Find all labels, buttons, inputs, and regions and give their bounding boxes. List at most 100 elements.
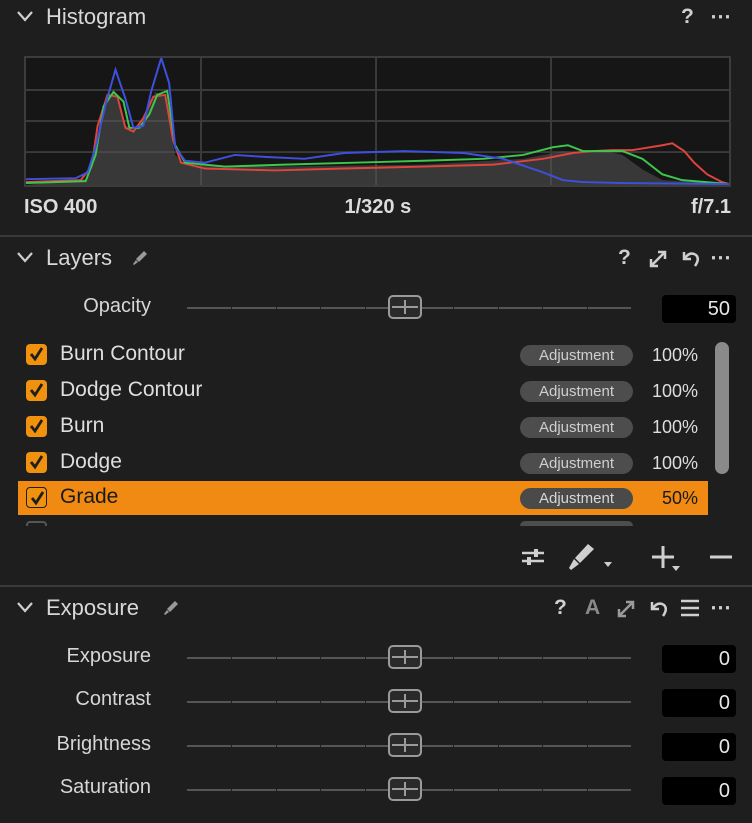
more-icon[interactable]: ⋯ — [710, 597, 731, 619]
layer-row[interactable]: Burn Adjustment 100% — [18, 410, 708, 444]
slider-tick — [364, 786, 366, 794]
slider-tick — [275, 698, 277, 706]
more-icon[interactable]: ⋯ — [710, 247, 731, 269]
chevron-down-icon[interactable] — [16, 9, 34, 23]
checkmark-icon — [30, 491, 45, 506]
histogram-header: Histogram ? ⋯ — [0, 0, 752, 34]
exposure-label: Exposure — [66, 645, 152, 667]
layer-type-badge: Adjustment — [520, 488, 633, 509]
histogram-luma-fill — [26, 91, 729, 185]
slider-tick — [586, 786, 588, 794]
reset-icon[interactable] — [680, 248, 702, 270]
layer-row[interactable]: Burn Contour Adjustment 100% — [18, 338, 708, 372]
slider-tick — [542, 304, 544, 312]
layer-row[interactable]: Dodge Adjustment 100% — [18, 446, 708, 480]
checkbox[interactable] — [26, 380, 47, 401]
brush-dropdown-icon[interactable] — [568, 542, 616, 572]
slider-tick — [497, 786, 499, 794]
saturation-slider-handle[interactable] — [388, 777, 422, 801]
slider-tick — [364, 304, 366, 312]
opacity-slider-handle[interactable] — [388, 295, 422, 319]
histogram-title: Histogram — [46, 4, 147, 29]
slider-tick — [364, 742, 366, 750]
slider-tick — [453, 654, 455, 662]
exposure-value[interactable]: 0 — [662, 645, 736, 673]
slider-tick — [497, 698, 499, 706]
brush-icon — [164, 601, 178, 615]
layer-type-badge: Adjustment — [520, 417, 633, 438]
opacity-label: Opacity — [83, 295, 151, 317]
slider-tick — [497, 654, 499, 662]
remove-layer-icon[interactable] — [709, 554, 733, 560]
slider-tick — [542, 786, 544, 794]
layer-list-scrollbar[interactable] — [715, 342, 729, 474]
layer-type-badge: Adjustment — [520, 453, 633, 474]
divider — [0, 235, 752, 237]
brightness-label: Brightness — [56, 733, 152, 755]
chevron-down-icon[interactable] — [16, 600, 34, 614]
slider-tick — [320, 786, 322, 794]
layer-opacity: 100% — [651, 381, 698, 401]
layer-row[interactable]: Dodge Contour Adjustment 100% — [18, 374, 708, 408]
exposure-header: Exposure ? A ⋯ — [0, 591, 752, 625]
slider-tick — [453, 304, 455, 312]
slider-tick — [320, 304, 322, 312]
divider — [0, 585, 752, 587]
slider-tick — [275, 786, 277, 794]
slider-tick — [231, 654, 233, 662]
slider-tick — [497, 304, 499, 312]
layer-row-selected[interactable]: Grade Adjustment 50% — [18, 481, 708, 515]
iso-readout: ISO 400 — [24, 196, 98, 218]
checkbox[interactable] — [26, 452, 47, 473]
expand-icon[interactable] — [648, 249, 668, 269]
exposure-title: Exposure — [46, 595, 139, 620]
layer-name: Grade — [60, 485, 119, 508]
help-icon[interactable]: ? — [681, 6, 694, 28]
layer-name: Burn Contour — [60, 342, 185, 365]
slider-tick — [586, 742, 588, 750]
contrast-slider-handle[interactable] — [388, 689, 422, 713]
list-icon[interactable] — [680, 599, 700, 617]
slider-tick — [320, 654, 322, 662]
chevron-down-icon[interactable] — [16, 250, 34, 264]
more-icon[interactable]: ⋯ — [710, 6, 731, 28]
layers-title: Layers — [46, 245, 113, 270]
slider-tick — [542, 654, 544, 662]
slider-tick — [320, 698, 322, 706]
brightness-slider-handle[interactable] — [388, 733, 422, 757]
add-layer-icon[interactable] — [650, 544, 682, 572]
checkmark-icon — [29, 419, 44, 434]
layer-type-badge: Adjustment — [520, 381, 633, 402]
help-icon[interactable]: ? — [554, 597, 567, 619]
layer-name: Dodge Contour — [60, 378, 203, 401]
shutter-readout: 1/320 s — [344, 196, 412, 218]
layer-name: Dodge — [60, 450, 122, 473]
checkmark-icon — [29, 347, 44, 362]
slider-tick — [542, 742, 544, 750]
brightness-value[interactable]: 0 — [662, 733, 736, 761]
layer-opacity: 100% — [651, 345, 698, 365]
slider-tick — [231, 304, 233, 312]
slider-tick — [364, 698, 366, 706]
slider-tick — [364, 654, 366, 662]
slider-tick — [275, 654, 277, 662]
checkmark-icon — [29, 383, 44, 398]
checkbox[interactable] — [26, 344, 47, 365]
auto-icon[interactable]: A — [585, 597, 600, 619]
checkbox[interactable] — [26, 487, 47, 508]
expand-icon[interactable] — [616, 599, 636, 619]
histogram-graph — [24, 56, 731, 187]
slider-tick — [453, 698, 455, 706]
reset-icon[interactable] — [648, 598, 670, 620]
adjust-icon[interactable] — [520, 546, 546, 568]
help-icon[interactable]: ? — [618, 247, 631, 269]
checkbox[interactable] — [26, 416, 47, 437]
saturation-label: Saturation — [59, 776, 151, 798]
exposure-slider-handle[interactable] — [388, 645, 422, 669]
checkmark-icon — [29, 455, 44, 470]
saturation-value[interactable]: 0 — [662, 777, 736, 805]
contrast-value[interactable]: 0 — [662, 689, 736, 717]
slider-tick — [275, 742, 277, 750]
opacity-value[interactable]: 50 — [662, 295, 736, 323]
slider-tick — [231, 786, 233, 794]
